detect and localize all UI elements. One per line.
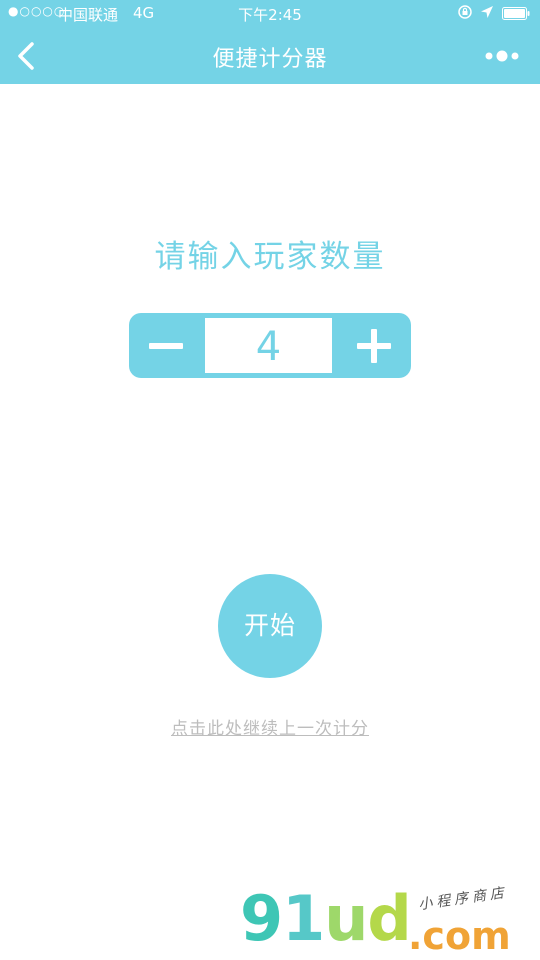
watermark-logo: 91ud .com 小程序商店 — [240, 884, 540, 960]
watermark-domain: .com — [408, 914, 511, 958]
battery-icon — [502, 7, 530, 20]
decrement-button[interactable] — [129, 313, 203, 378]
more-dots-icon[interactable] — [482, 44, 522, 68]
minus-icon — [149, 343, 183, 349]
watermark-logo-text: 91ud — [240, 882, 412, 955]
start-button[interactable]: 开始 — [218, 574, 322, 678]
nav-bar: 便捷计分器 — [0, 28, 540, 84]
status-bar: ●○○○○ 中国联通 4G 下午2:45 — [0, 0, 540, 28]
location-arrow-icon — [481, 6, 493, 18]
player-count-stepper: 4 — [129, 313, 411, 378]
watermark-tagline: 小程序商店 — [417, 884, 509, 914]
player-count-prompt: 请输入玩家数量 — [154, 239, 386, 275]
continue-last-score-link[interactable]: 点击此处继续上一次计分 — [0, 714, 540, 739]
player-count-input[interactable]: 4 — [203, 316, 334, 375]
orientation-lock-icon — [458, 5, 472, 19]
increment-button[interactable] — [337, 313, 411, 378]
page-title: 便捷计分器 — [212, 47, 328, 72]
